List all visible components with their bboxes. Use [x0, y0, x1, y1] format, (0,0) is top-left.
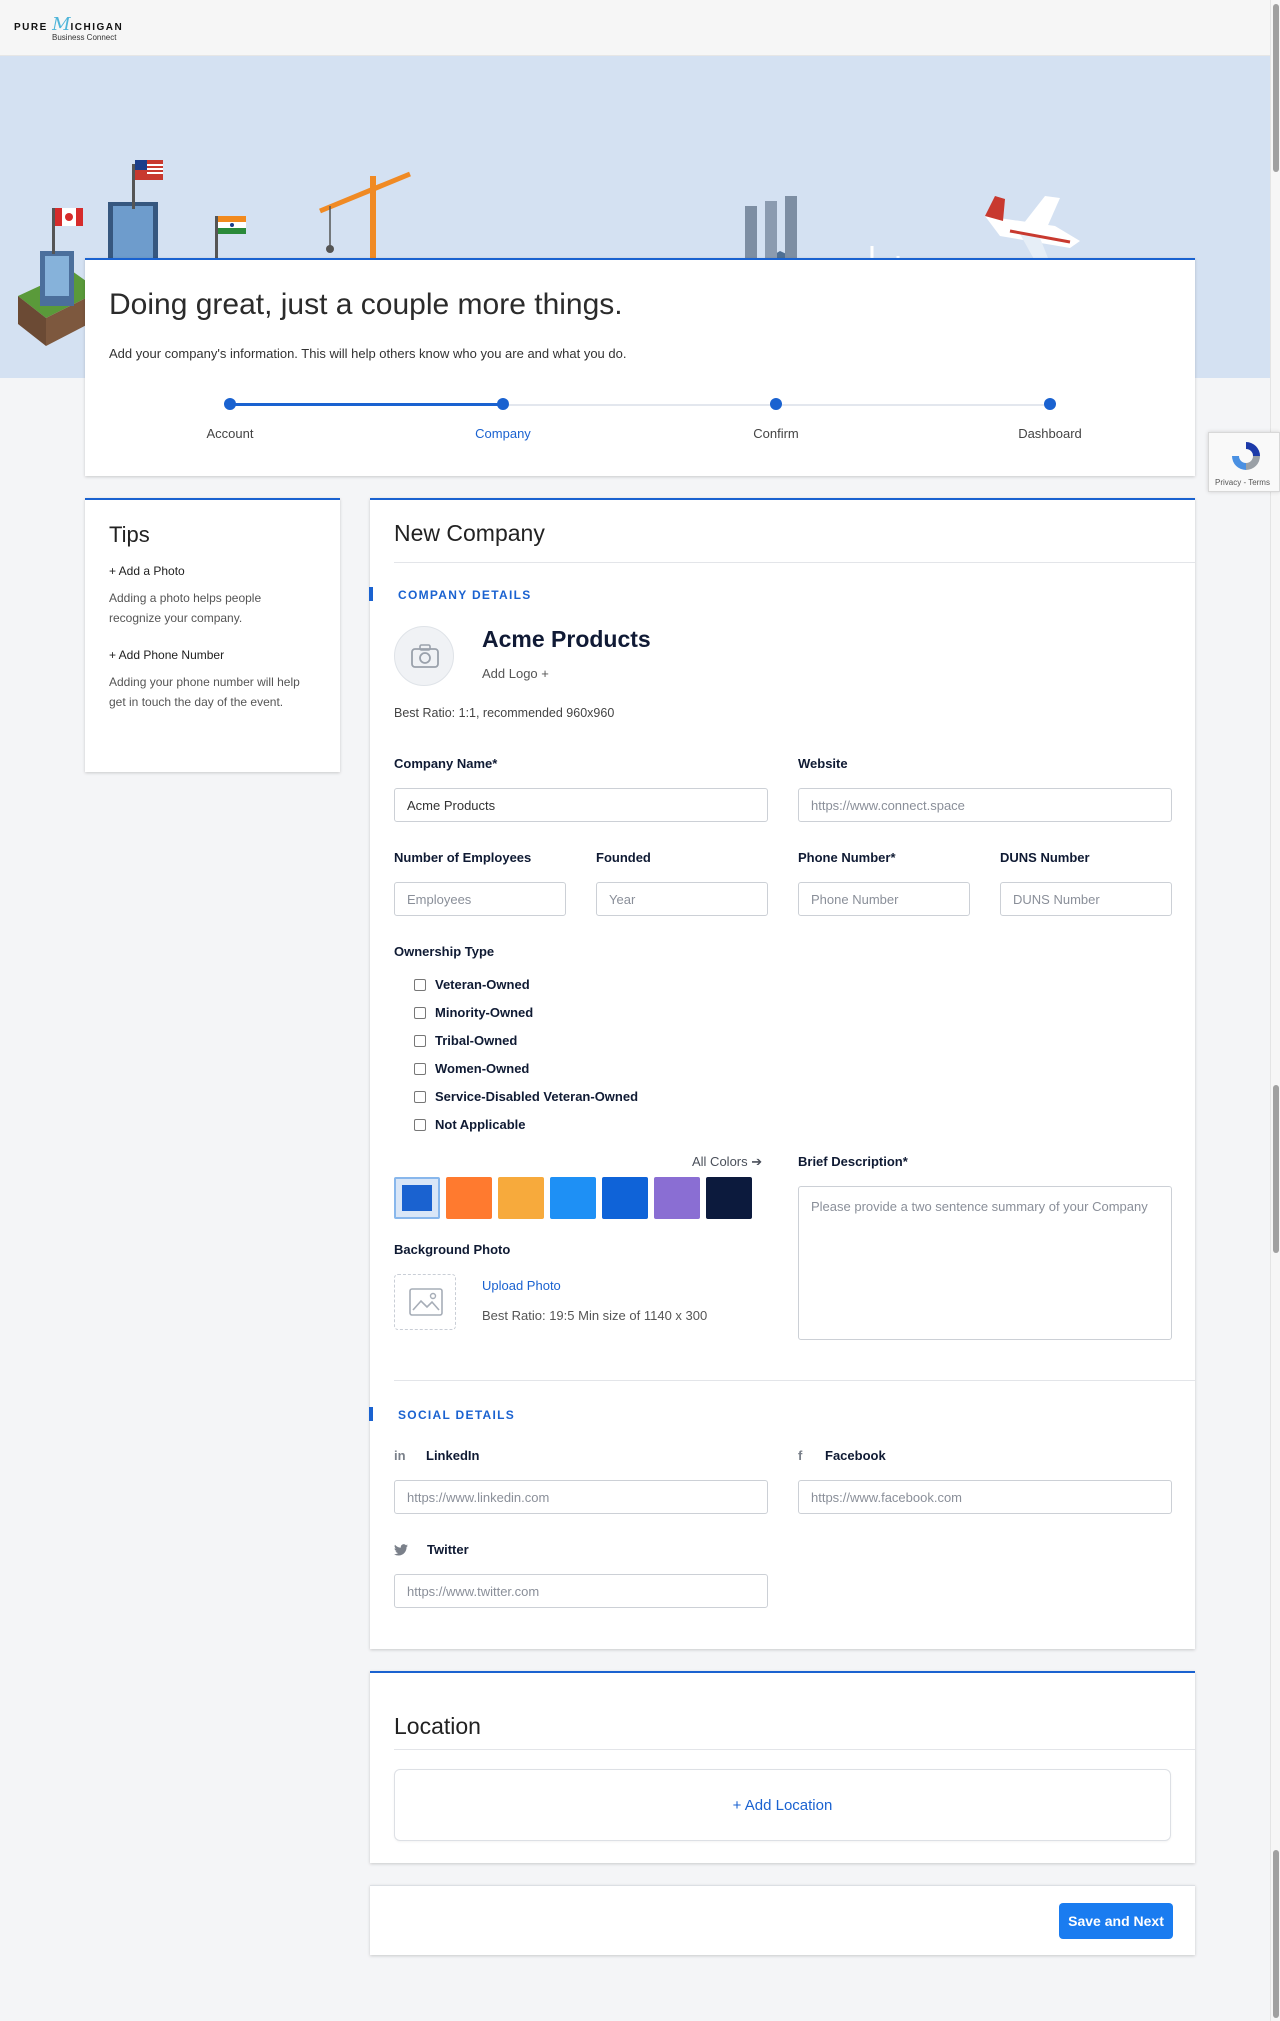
linkedin-input[interactable] [394, 1480, 768, 1514]
ownership-type-label: Ownership Type [394, 944, 495, 959]
page-subtitle: Add your company's information. This wil… [109, 346, 627, 361]
recaptcha-icon [1232, 442, 1260, 470]
onboarding-header-card: Doing great, just a couple more things. … [85, 258, 1195, 476]
description-label: Brief Description* [798, 1154, 908, 1169]
facebook-input[interactable] [798, 1480, 1172, 1514]
twitter-icon [394, 1544, 408, 1556]
step-dot [770, 398, 782, 410]
image-icon [409, 1288, 443, 1316]
color-swatch-dark-blue[interactable] [602, 1177, 648, 1219]
camera-icon [411, 644, 439, 668]
twitter-label: Twitter [427, 1542, 469, 1557]
pure-michigan-logo[interactable]: PURE MICHIGAN Business Connect [14, 14, 124, 44]
company-name-label: Company Name* [394, 756, 498, 771]
step-dashboard[interactable]: Dashboard [990, 398, 1110, 441]
tips-card: Tips + Add a Photo Adding a photo helps … [85, 498, 340, 772]
section-marker [369, 1407, 373, 1421]
color-swatch-blue-selected[interactable] [394, 1177, 440, 1219]
background-ratio-note: Best Ratio: 19:5 Min size of 1140 x 300 [482, 1308, 708, 1323]
all-colors-link[interactable]: All Colors ➔ [692, 1154, 762, 1170]
twitter-input[interactable] [394, 1574, 768, 1608]
form-footer: Save and Next [370, 1885, 1195, 1955]
logo-subtitle: Business Connect [52, 33, 117, 42]
phone-input[interactable] [798, 882, 970, 916]
duns-input[interactable] [1000, 882, 1172, 916]
website-input[interactable] [798, 788, 1172, 822]
website-label: Website [798, 756, 848, 771]
tip-heading-photo[interactable]: + Add a Photo [109, 564, 185, 578]
scrollbar-thumb[interactable] [1273, 4, 1279, 172]
color-swatch-light-blue[interactable] [550, 1177, 596, 1219]
phone-label: Phone Number* [798, 850, 896, 865]
employees-input[interactable] [394, 882, 566, 916]
color-swatch-orange[interactable] [446, 1177, 492, 1219]
scrollbar-thumb-tertiary[interactable] [1273, 1850, 1279, 2018]
top-bar: PURE MICHIGAN Business Connect [0, 0, 1280, 56]
progress-stepper: Account Company Confirm Dashboard [207, 398, 1082, 452]
employees-label: Number of Employees [394, 850, 532, 865]
section-title-company-details: COMPANY DETAILS [398, 588, 532, 602]
company-logo-upload[interactable] [394, 626, 454, 686]
company-name-input[interactable] [394, 788, 768, 822]
scrollbar-thumb-secondary[interactable] [1273, 1085, 1279, 1253]
divider [394, 562, 1195, 563]
founded-input[interactable] [596, 882, 768, 916]
page-title: Doing great, just a couple more things. [109, 288, 623, 321]
save-and-next-button[interactable]: Save and Next [1059, 1903, 1173, 1939]
form-title: New Company [394, 520, 545, 546]
tip-text-photo: Adding a photo helps people recognize yo… [109, 591, 262, 625]
step-company[interactable]: Company [443, 398, 563, 441]
background-photo-placeholder[interactable] [394, 1274, 456, 1330]
linkedin-icon: in [394, 1448, 406, 1463]
location-card: Location + Add Location [370, 1671, 1195, 1863]
add-logo-link[interactable]: Add Logo + [482, 666, 549, 681]
section-title-social-details: SOCIAL DETAILS [398, 1408, 516, 1422]
arrow-right-icon: ➔ [751, 1154, 763, 1169]
step-dot [224, 398, 236, 410]
color-swatch-purple[interactable] [654, 1177, 700, 1219]
upload-photo-link[interactable]: Upload Photo [482, 1278, 561, 1293]
add-location-button[interactable]: + Add Location [394, 1769, 1171, 1841]
description-textarea[interactable] [798, 1186, 1172, 1340]
color-swatch-yellow[interactable] [498, 1177, 544, 1219]
location-title: Location [394, 1713, 481, 1739]
section-marker [369, 587, 373, 601]
step-dot [1044, 398, 1056, 410]
company-name-heading: Acme Products [482, 626, 651, 652]
founded-label: Founded [596, 850, 651, 865]
step-account[interactable]: Account [170, 398, 290, 441]
duns-label: DUNS Number [1000, 850, 1090, 865]
facebook-label: Facebook [825, 1448, 886, 1463]
recaptcha-badge[interactable]: Privacy - Terms [1208, 432, 1280, 492]
background-photo-label: Background Photo [394, 1242, 511, 1257]
step-dot [497, 398, 509, 410]
step-confirm[interactable]: Confirm [716, 398, 836, 441]
divider [394, 1749, 1195, 1750]
page-scrollbar[interactable] [1270, 0, 1280, 2021]
linkedin-label: LinkedIn [426, 1448, 480, 1463]
tips-title: Tips [109, 522, 150, 547]
tip-text-phone: Adding your phone number will help get i… [109, 675, 300, 709]
divider [394, 1380, 1195, 1381]
new-company-form: New Company COMPANY DETAILS Acme Product… [369, 498, 1195, 1649]
logo-ratio-note: Best Ratio: 1:1, recommended 960x960 [394, 706, 615, 720]
facebook-icon: f [798, 1448, 803, 1463]
tip-heading-phone[interactable]: + Add Phone Number [109, 648, 224, 662]
color-swatch-navy[interactable] [706, 1177, 752, 1219]
